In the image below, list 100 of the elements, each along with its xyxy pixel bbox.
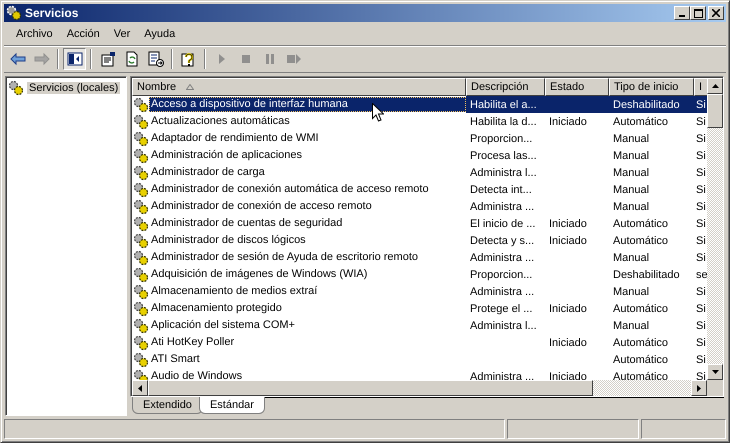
service-name: Audio de Windows [150,369,244,380]
gears-icon [133,318,149,334]
description-cell: Proporcion... [470,268,532,280]
service-row[interactable]: Almacenamiento de medios extraí Administra ... Manual Si [132,283,707,300]
forward-arrow-icon [34,51,50,67]
close-button[interactable] [708,6,724,20]
description-cell: Habilita la d... [470,116,537,128]
service-row[interactable]: Administrador de sesión de Ayuda de escritorio remoto Administra ... Manual Si [132,249,707,266]
service-name: Administrador de cuentas de seguridad [150,216,344,231]
down-arrow-icon [712,370,718,374]
status-cell: Iniciado [549,370,587,380]
description-cell: Administra ... [470,370,534,380]
close-icon [712,9,720,17]
service-row[interactable]: Aplicación del sistema COM+ Administra l... Manual Si [132,317,707,334]
maximize-button[interactable] [690,6,706,20]
service-name: Administrador de conexión de acceso remoto [150,199,373,214]
service-row[interactable]: Ati HotKey Poller Iniciado Automático Si [132,334,707,351]
table-cell: Si [696,286,706,298]
menu-item[interactable]: Acción [60,26,107,42]
service-row[interactable]: Acceso a dispositivo de interfaz humana Habilita el a... Deshabilitado Si [132,96,707,113]
service-row[interactable]: Administración de aplicaciones Procesa las... Manual Si [132,147,707,164]
column-header[interactable]: Tipo de inicio [609,78,694,96]
table-cell: Si [696,184,706,196]
minimize-button[interactable] [674,6,690,20]
refresh-icon [124,51,140,67]
tree-pane-icon [66,51,82,67]
scroll-right-button[interactable] [691,380,707,396]
description-cell: Administra ... [470,252,534,264]
right-arrow-icon [697,384,701,392]
vertical-scrollbar[interactable] [707,78,723,380]
export-list-icon [148,51,164,67]
startup-type-cell: Automático [613,354,668,366]
service-row[interactable]: Administrador de carga Administra l... Manual Si [132,164,707,181]
service-row[interactable]: Adaptador de rendimiento de WMI Proporcion... Manual Si [132,130,707,147]
startup-type-cell: Manual [613,132,650,144]
service-row[interactable]: Administrador de cuentas de seguridad El inicio de ... Iniciado Automático Si [132,215,707,232]
startup-type-cell: Deshabilitado [613,268,680,280]
table-cell: Si [696,218,706,230]
column-header[interactable]: Nombre [132,78,466,96]
service-name: Administrador de conexión automática de acceso remoto [150,182,430,197]
service-row[interactable]: Administrador de conexión automática de acceso remoto Detecta int... Manual Si [132,181,707,198]
description-cell: Administra ... [470,200,534,212]
gears-icon [133,130,149,146]
service-row[interactable]: Audio de Windows Administra ... Iniciado Automático Si [132,368,707,380]
gears-icon [133,164,149,180]
table-cell: Si [696,252,706,264]
service-name: Ati HotKey Poller [150,335,236,350]
table-cell: Si [696,336,706,348]
column-header[interactable]: Estado [545,78,609,96]
scroll-left-button[interactable] [132,380,148,396]
service-row[interactable]: Administrador de conexión de acceso remoto Administra ... Manual Si [132,198,707,215]
table-cell: Si [696,354,706,366]
startup-type-cell: Manual [613,252,650,264]
menu-item[interactable]: Ayuda [137,26,182,42]
startup-type-cell: Automático [613,370,668,380]
service-row[interactable]: Administrador de discos lógicos Detecta y s... Iniciado Automático Si [132,232,707,249]
startup-type-cell: Manual [613,286,650,298]
table-cell: se [696,268,707,280]
up-arrow-icon [712,84,718,88]
table-cell: Si [696,200,706,212]
service-name: Administrador de sesión de Ayuda de escritorio remoto [150,250,419,265]
scroll-down-button[interactable] [707,364,723,380]
table-cell: Si [696,234,706,246]
menu-item[interactable]: Ver [106,26,138,42]
scroll-thumb[interactable] [707,94,723,128]
properties-icon [100,51,116,67]
service-row[interactable]: Adquisición de imágenes de Windows (WIA) Proporcion... Deshabilitado se [132,266,707,283]
scrollbar-corner [707,380,723,396]
service-name: Almacenamiento protegido [150,301,283,316]
service-name: Almacenamiento de medios extraí [150,284,318,299]
table-cell: Si [696,132,706,144]
description-cell: Administra l... [470,320,537,332]
menu-item[interactable]: Archivo [9,26,60,42]
startup-type-cell: Manual [613,166,650,178]
gears-icon [133,250,149,266]
service-row[interactable]: ATI Smart Automático Si [132,351,707,368]
back-arrow-icon [10,51,26,67]
startup-type-cell: Automático [613,234,668,246]
gears-icon [133,352,149,368]
service-row[interactable]: Almacenamiento protegido Protege el ... Iniciado Automático Si [132,300,707,317]
gears-icon [133,96,149,112]
view-tab[interactable]: Extendido [132,397,203,414]
column-header[interactable]: Descripción [466,78,545,96]
startup-type-cell: Manual [613,184,650,196]
service-name: Administrador de discos lógicos [150,233,307,248]
description-cell: Habilita el a... [470,98,537,110]
column-header[interactable]: I [694,78,707,96]
sort-arrow-icon [186,84,194,90]
toolbar-button[interactable] [63,48,86,70]
tree-item[interactable]: Servicios (locales) [27,82,120,94]
horizontal-scrollbar[interactable] [132,380,723,396]
scroll-thumb[interactable] [148,380,594,396]
description-cell: Administra ... [470,286,534,298]
scroll-up-button[interactable] [707,78,723,94]
gears-icon [133,334,149,350]
gears-icon [133,198,149,214]
service-row[interactable]: Actualizaciones automáticas Habilita la d... Iniciado Automático Si [132,113,707,130]
gears-icon [133,284,149,300]
view-tab[interactable]: Estándar [198,397,265,414]
status-cell: Iniciado [549,218,587,230]
